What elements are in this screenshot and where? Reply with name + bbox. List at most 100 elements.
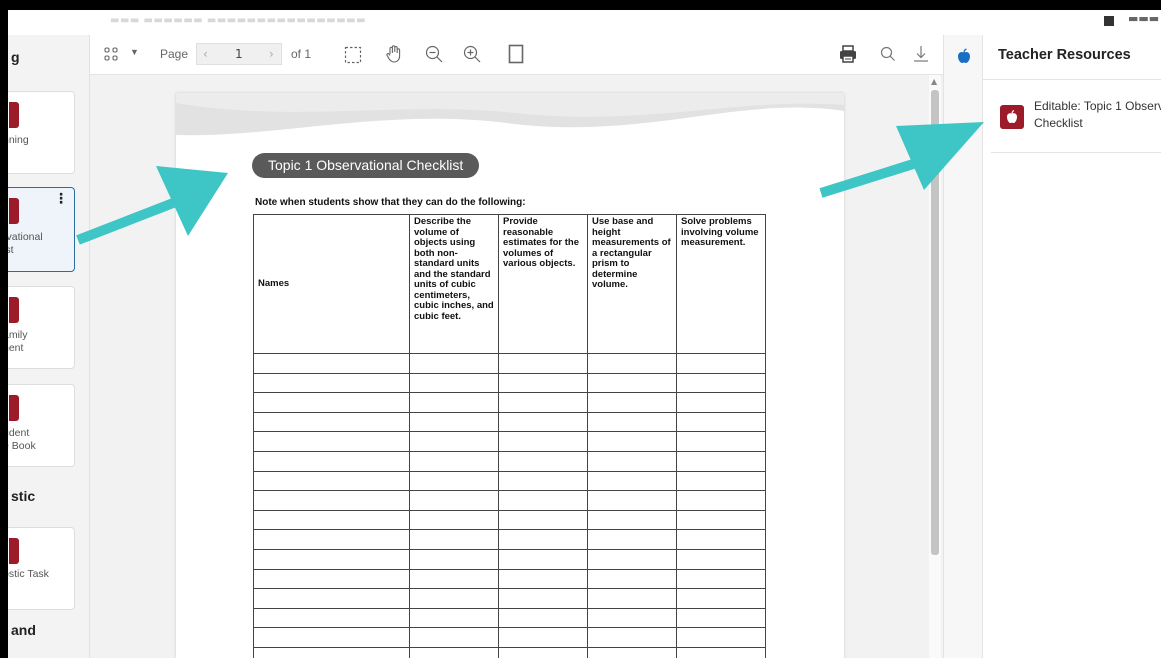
table-cell: [409, 548, 499, 570]
teacher-resources-panel: Teacher Resources Editable: Topic 1 Obse…: [983, 35, 1161, 658]
document-viewer[interactable]: Topic 1 Observational Checklist Note whe…: [90, 75, 943, 658]
vertical-scrollbar[interactable]: ▲: [929, 75, 941, 658]
table-cell: [409, 646, 499, 658]
table-cell: [409, 431, 499, 452]
chevron-down-icon[interactable]: ▼: [130, 47, 139, 57]
table-cell: [409, 568, 499, 590]
app-frame: ▬▬▬ ▬▬▬▬▬▬ ▬▬▬▬▬▬▬▬▬▬▬▬▬▬▬▬ ▬▬▬ g nning …: [8, 10, 1161, 658]
table-cell: [587, 568, 677, 590]
table-cell: [498, 392, 588, 413]
table-cell: [587, 353, 677, 374]
zoom-in-icon[interactable]: [462, 44, 482, 68]
checklist-table: Names Describe the volume of objects usi…: [253, 214, 766, 658]
sidebar-card-diagnostic-task[interactable]: ostic Task: [8, 527, 75, 610]
pdf-toolbar: ▼ Page ‹ 1 › of 1: [90, 35, 943, 75]
table-cell: [498, 607, 588, 629]
table-cell: [676, 392, 766, 413]
fit-page-icon[interactable]: [508, 44, 524, 68]
column-header: Solve problems involving volume measurem…: [676, 214, 766, 354]
table-row: [253, 548, 766, 570]
thumbnails-icon[interactable]: [104, 46, 118, 61]
card-label: rvational: [8, 231, 43, 243]
table-cell: [676, 431, 766, 452]
search-icon[interactable]: [879, 45, 897, 67]
table-cell: [676, 411, 766, 433]
hand-tool-icon[interactable]: [384, 44, 404, 68]
print-icon[interactable]: [838, 44, 858, 68]
sidebar-card-observational-checklist[interactable]: ⋮ rvational ist: [8, 187, 75, 272]
top-right-icon[interactable]: [1104, 16, 1114, 26]
table-cell: [587, 529, 677, 550]
apple-icon[interactable]: [956, 48, 972, 64]
download-icon[interactable]: [912, 44, 930, 68]
column-header: Describe the volume of objects using bot…: [409, 214, 499, 354]
table-cell: [498, 431, 588, 452]
next-page-icon[interactable]: ›: [269, 47, 274, 61]
table-row: [253, 392, 766, 413]
table-cell: [253, 372, 410, 394]
resource-icon: [9, 395, 19, 421]
table-cell: [498, 353, 588, 374]
table-cell: [676, 607, 766, 629]
table-cell: [409, 529, 499, 550]
table-cell: [676, 450, 766, 472]
table-cell: [676, 548, 766, 570]
apple-icon: [1000, 105, 1024, 129]
page-total: of 1: [291, 47, 312, 61]
table-cell: [409, 450, 499, 472]
resource-icon: [9, 198, 19, 224]
zoom-out-icon[interactable]: [424, 44, 444, 68]
table-cell: [409, 627, 499, 648]
section-title: g: [11, 49, 20, 65]
table-cell: [676, 490, 766, 511]
card-label: udent: [8, 427, 30, 439]
header-wave-graphic: [176, 93, 844, 136]
table-cell: [409, 588, 499, 609]
table-row: [253, 411, 766, 433]
table-cell: [498, 646, 588, 658]
document-note: Note when students show that they can do…: [255, 197, 526, 208]
table-cell: [587, 372, 677, 394]
table-cell: [253, 646, 410, 658]
scrollbar-thumb[interactable]: [931, 90, 939, 555]
table-cell: [498, 568, 588, 590]
table-row: [253, 450, 766, 472]
table-cell: [409, 490, 499, 511]
section-title: and: [11, 622, 36, 638]
page-number-input[interactable]: 1: [235, 47, 243, 61]
prev-page-icon[interactable]: ‹: [203, 47, 208, 61]
table-row: [253, 490, 766, 511]
sidebar-card-family-engagement[interactable]: amily nent: [8, 286, 75, 369]
table-cell: [253, 588, 410, 609]
kebab-icon[interactable]: ⋮: [54, 192, 68, 206]
checklist-body: [253, 353, 766, 658]
table-cell: [498, 627, 588, 648]
table-cell: [498, 470, 588, 492]
sidebar-card-planning[interactable]: nning: [8, 91, 75, 174]
panel-title: Teacher Resources: [998, 47, 1131, 63]
card-label: ostic Task: [8, 568, 49, 580]
sidebar-card-student-book[interactable]: udent e Book: [8, 384, 75, 467]
table-row: [253, 607, 766, 629]
table-cell: [676, 470, 766, 492]
marquee-select-icon[interactable]: [344, 46, 362, 68]
table-cell: [253, 548, 410, 570]
table-cell: [253, 411, 410, 433]
resource-item-editable-checklist[interactable]: Editable: Topic 1 Observational Checklis…: [991, 97, 1161, 153]
table-cell: [253, 392, 410, 413]
table-cell: [253, 470, 410, 492]
table-cell: [676, 353, 766, 374]
card-label: nent: [8, 342, 24, 354]
card-label: e Book: [8, 440, 36, 452]
table-row: [253, 470, 766, 492]
top-right-label[interactable]: ▬▬▬: [1128, 12, 1159, 25]
table-cell: [498, 548, 588, 570]
table-row: [253, 353, 766, 374]
scroll-up-icon[interactable]: ▲: [931, 77, 937, 86]
column-header: Names: [253, 214, 410, 354]
table-cell: [409, 470, 499, 492]
faded-breadcrumb: ▬▬▬ ▬▬▬▬▬▬ ▬▬▬▬▬▬▬▬▬▬▬▬▬▬▬▬: [110, 15, 367, 26]
divider: [983, 79, 1161, 80]
page-label: Page: [160, 47, 189, 61]
right-icon-rail: [943, 35, 983, 658]
